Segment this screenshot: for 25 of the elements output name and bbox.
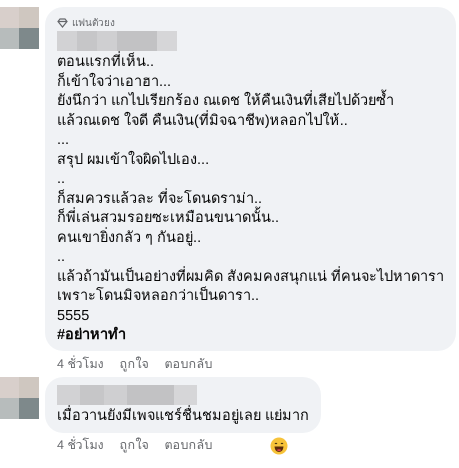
pixelated-avatar [0, 377, 39, 419]
comment-text: ยังนึกว่า แกไปเรียกร้อง ณเดช ให้คืนเงินที่เสียไปด้วยซ้ำ [57, 92, 444, 112]
timestamp: 4 ชั่วโมง [57, 436, 104, 454]
hashtag-link[interactable]: #อย่าหาทำ [57, 326, 444, 345]
comment-text: คนเขายิ่งกลัว ๆ กันอยู่.. [57, 228, 444, 248]
comment-text: เมื่อวานยังมีเพจแชร์ชื่นชมอยู่เลย แย่มาก [57, 407, 310, 426]
comment-text: .. [57, 170, 66, 189]
comment-text: แล้วถ้ามันเป็นอย่างที่ผมคิด สังคมคงสนุกแน่ ที่คนจะไปหาดารา [57, 268, 444, 287]
comment-text: แล้วณเดช ใจดี คืนเงิน(ที่มิจฉาชีพ)หลอกไปให้.. [57, 112, 444, 131]
reply-link[interactable]: ตอบกลับ [164, 354, 212, 374]
comment-text: ก็เข้าใจว่าเอาฮา... [57, 72, 172, 92]
comment-text: ... [57, 131, 70, 150]
like-link[interactable]: ถูกใจ [119, 436, 148, 455]
fan-label: แฟนตัวยง [72, 16, 115, 30]
reply-link[interactable]: ตอบกลับ [164, 436, 212, 455]
comment-text: สรุป ผมเข้าใจผิดไปเอง... [57, 150, 210, 170]
comment-text: ตอนแรกที่เห็น.. [57, 53, 444, 72]
comment-text: ก็พี่เล่นสวมรอยซะเหมือนขนาดนั้น.. [57, 209, 444, 228]
comment-text: เพราะโดนมิจหลอกว่าเป็นดารา.. [57, 287, 260, 306]
diamond-icon [57, 18, 68, 28]
comment-text: 5555 [57, 306, 90, 326]
comment-text: .. [57, 248, 66, 266]
timestamp: 4 ชั่วโมง [57, 354, 104, 373]
pixelated-avatar [0, 7, 39, 49]
like-link[interactable]: ถูกใจ [119, 354, 148, 374]
